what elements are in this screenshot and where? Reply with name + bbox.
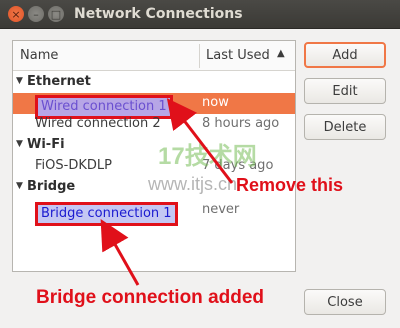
annotation-remove-this: Remove this <box>236 175 344 195</box>
annotation-bridge-added: Bridge connection added <box>36 287 265 308</box>
arrow-to-bridge-connection-1 <box>100 218 140 286</box>
annotation-arrows <box>100 98 234 286</box>
arrow-to-wired-connection-1 <box>166 98 234 184</box>
